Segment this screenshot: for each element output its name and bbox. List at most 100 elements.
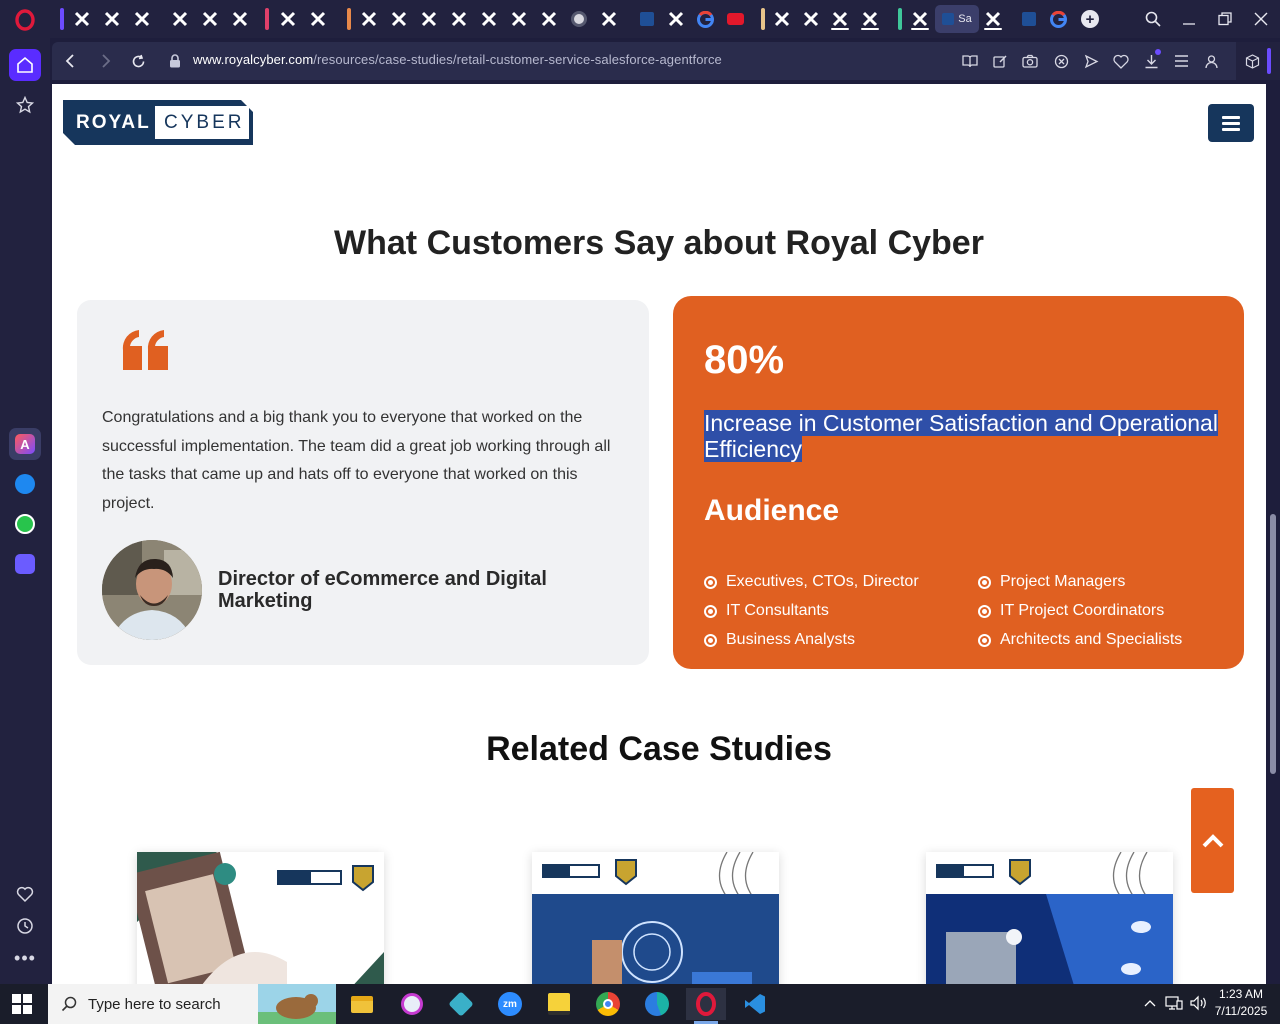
clock-date: 7/11/2025: [1214, 1004, 1268, 1018]
tab[interactable]: [99, 5, 125, 33]
outlook-icon: [640, 12, 654, 26]
easy-setup-icon[interactable]: [1172, 52, 1190, 70]
edge-icon[interactable]: [637, 988, 677, 1020]
chrome-icon[interactable]: [588, 988, 628, 1020]
music-player-icon[interactable]: [9, 548, 41, 580]
url-host: www.royalcyber.com: [193, 52, 314, 67]
tab[interactable]: [476, 5, 502, 33]
tab[interactable]: [446, 5, 472, 33]
tab[interactable]: [827, 5, 853, 33]
tab[interactable]: [197, 5, 223, 33]
windows-start-icon[interactable]: [12, 994, 32, 1014]
zoom-icon[interactable]: zm: [490, 988, 530, 1020]
star-icon[interactable]: [9, 89, 41, 121]
testimonial-author: Director of eCommerce and Digital Market…: [218, 568, 547, 612]
tab[interactable]: [386, 5, 412, 33]
windows-taskbar: Type here to search zm 1:23 AM 7/11/2025: [0, 984, 1280, 1024]
taskbar-clock[interactable]: 1:23 AM 7/11/2025: [1212, 986, 1270, 1020]
case-study-card[interactable]: [137, 852, 384, 984]
tab[interactable]: [857, 5, 883, 33]
tab[interactable]: [769, 5, 795, 33]
network-icon[interactable]: [1165, 995, 1183, 1011]
search-placeholder: Type here to search: [88, 995, 221, 1013]
tab[interactable]: [227, 5, 253, 33]
tab[interactable]: [1045, 5, 1071, 33]
opera-logo-icon[interactable]: [14, 9, 36, 31]
search-icon: [61, 996, 77, 1012]
tab[interactable]: [356, 5, 382, 33]
forward-button[interactable]: [95, 50, 117, 72]
tab[interactable]: [129, 5, 155, 33]
quote-icon: [121, 328, 171, 372]
reader-mode-icon[interactable]: [961, 52, 979, 70]
lock-icon[interactable]: [164, 50, 186, 72]
audience-item-label: IT Project Coordinators: [1000, 602, 1165, 619]
tab[interactable]: [634, 5, 660, 33]
download-icon[interactable]: [1142, 49, 1161, 70]
whatsapp-icon[interactable]: [9, 508, 41, 540]
royal-cyber-logo[interactable]: ROYAL CYBER: [63, 100, 253, 145]
aria-ai-icon[interactable]: A: [9, 428, 41, 460]
more-options-icon[interactable]: •••: [9, 942, 41, 974]
edit-icon[interactable]: [991, 52, 1009, 70]
tab[interactable]: [1016, 5, 1042, 33]
back-button[interactable]: [59, 50, 81, 72]
vscode-icon[interactable]: [735, 988, 775, 1020]
tab[interactable]: [69, 5, 95, 33]
tab[interactable]: [506, 5, 532, 33]
tab[interactable]: [692, 5, 718, 33]
home-icon[interactable]: [9, 49, 41, 81]
tab-active[interactable]: Sa: [935, 5, 979, 33]
opera-taskbar-icon[interactable]: [686, 988, 726, 1024]
send-icon[interactable]: [1082, 52, 1100, 70]
search-tabs-icon[interactable]: [1142, 8, 1164, 30]
messenger-icon[interactable]: [9, 468, 41, 500]
tab[interactable]: [798, 5, 824, 33]
tab[interactable]: [980, 5, 1006, 33]
app-diamond-icon[interactable]: [441, 988, 481, 1020]
volume-icon[interactable]: [1190, 995, 1208, 1011]
google-icon: [1049, 10, 1067, 28]
case-study-thumbnail: [137, 852, 384, 984]
scroll-to-top-button[interactable]: [1191, 788, 1234, 893]
case-study-card[interactable]: [532, 852, 779, 984]
tab[interactable]: [416, 5, 442, 33]
extensions-cube-icon[interactable]: [1243, 52, 1261, 70]
file-explorer-icon[interactable]: [342, 988, 382, 1020]
camera-icon[interactable]: [1021, 52, 1039, 70]
bookmark-heart-icon[interactable]: [1112, 52, 1130, 70]
tab[interactable]: [305, 5, 331, 33]
page-scrollbar[interactable]: [1266, 84, 1280, 984]
case-study-card[interactable]: [926, 852, 1173, 984]
tab[interactable]: [536, 5, 562, 33]
url-field[interactable]: www.royalcyber.com/resources/case-studie…: [193, 52, 722, 67]
tab[interactable]: [663, 5, 689, 33]
heart-icon[interactable]: [9, 878, 41, 910]
audience-item-label: Architects and Specialists: [1000, 631, 1183, 648]
clock-time: 1:23 AM: [1218, 987, 1264, 1001]
close-window-button[interactable]: [1250, 8, 1272, 30]
restore-button[interactable]: [1214, 8, 1236, 30]
taskbar-search-box[interactable]: Type here to search: [48, 984, 336, 1024]
new-tab-button[interactable]: +: [1081, 10, 1099, 28]
tab[interactable]: [275, 5, 301, 33]
bullet-icon: [978, 633, 991, 647]
adblock-shield-icon[interactable]: [1052, 52, 1070, 70]
minimize-button[interactable]: [1178, 8, 1200, 30]
snipping-tool-icon[interactable]: [392, 988, 432, 1020]
audience-item: IT Consultants: [704, 602, 829, 620]
history-clock-icon[interactable]: [9, 910, 41, 942]
profile-icon[interactable]: [1202, 52, 1220, 70]
scrollbar-thumb[interactable]: [1270, 514, 1276, 774]
tab[interactable]: [566, 5, 592, 33]
chevron-up-tray-icon[interactable]: [1143, 996, 1157, 1010]
tab[interactable]: [167, 5, 193, 33]
tab-island-marker: [761, 8, 765, 30]
hamburger-menu-button[interactable]: [1208, 104, 1254, 142]
tab[interactable]: [596, 5, 622, 33]
reload-button[interactable]: [127, 50, 149, 72]
sticky-notes-icon[interactable]: [539, 988, 579, 1020]
tab[interactable]: [722, 5, 748, 33]
page-viewport: ROYAL CYBER What Customers Say about Roy…: [52, 84, 1266, 984]
tab[interactable]: [907, 5, 933, 33]
